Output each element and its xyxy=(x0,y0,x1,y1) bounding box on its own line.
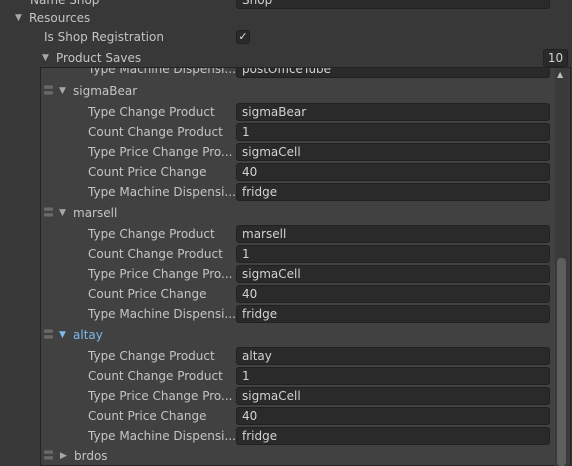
count-change-product-field[interactable]: 1 xyxy=(236,123,550,141)
type-machine-dispenser-field[interactable]: fridge xyxy=(236,183,550,201)
partial-item-field[interactable]: postOfficeTube xyxy=(236,68,550,78)
type-price-change-product-field[interactable]: sigmaCell xyxy=(236,265,550,283)
count-price-change-field[interactable]: 40 xyxy=(236,407,550,425)
count-price-change-field[interactable]: 40 xyxy=(236,163,550,181)
count-price-change-field[interactable]: 40 xyxy=(236,285,550,303)
foldout-expanded-icon[interactable]: ▼ xyxy=(15,8,22,28)
drag-handle-icon[interactable]: 〓 xyxy=(43,325,54,345)
is-shop-registration-row: Is Shop Registration ✓ xyxy=(0,27,572,47)
list-item-field-row: Count Change Product 1 xyxy=(0,244,560,264)
type-change-product-field[interactable]: marsell xyxy=(236,225,550,243)
foldout-expanded-icon[interactable]: ▼ xyxy=(59,81,66,101)
list-item-field-row: Type Change Product sigmaBear xyxy=(0,102,560,122)
list-item-field-row: Type Change Product altay xyxy=(0,346,560,366)
list-item-name: altay xyxy=(73,328,103,342)
field-label: Type Change Product xyxy=(88,105,215,119)
field-label: Type Price Change Pro... xyxy=(88,145,233,159)
list-item-field-row: Type Price Change Pro... sigmaCell xyxy=(0,264,560,284)
foldout-collapsed-icon[interactable]: ▶ xyxy=(60,446,67,466)
list-item-field-row: Count Price Change 40 xyxy=(0,406,560,426)
list-item-field-row: Type Machine Dispensi... fridge xyxy=(0,182,560,202)
field-label: Count Price Change xyxy=(88,165,207,179)
field-label: Type Change Product xyxy=(88,349,215,363)
list-item-header[interactable]: 〓 ▶ brdos xyxy=(0,446,560,466)
field-label: Count Price Change xyxy=(88,287,207,301)
list-item-field-row: Type Machine Dispensi... fridge xyxy=(0,304,560,324)
scroll-up-icon[interactable]: ▲ xyxy=(557,70,563,79)
resources-label: Resources xyxy=(29,11,91,25)
partial-item-row: Type Machine Dispensi... postOfficeTube xyxy=(41,68,553,79)
list-item-field-row: Type Machine Dispensi... fridge xyxy=(0,426,560,446)
field-label: Count Change Product xyxy=(88,247,223,261)
list-item-field-row: Count Change Product 1 xyxy=(0,122,560,142)
field-label: Count Change Product xyxy=(88,125,223,139)
field-label: Type Machine Dispensi... xyxy=(88,429,236,443)
type-change-product-field[interactable]: altay xyxy=(236,347,550,365)
list-item-header[interactable]: 〓 ▼ sigmaBear xyxy=(0,81,560,101)
product-saves-count-field[interactable]: 10 xyxy=(543,49,568,67)
partial-item-clip: Type Machine Dispensi... postOfficeTube xyxy=(41,68,553,81)
product-saves-label: Product Saves xyxy=(56,51,142,65)
list-item-header[interactable]: 〓 ▼ marsell xyxy=(0,203,560,223)
type-change-product-field[interactable]: sigmaBear xyxy=(236,103,550,121)
count-change-product-field[interactable]: 1 xyxy=(236,367,550,385)
is-shop-registration-label: Is Shop Registration xyxy=(44,30,164,44)
type-machine-dispenser-field[interactable]: fridge xyxy=(236,305,550,323)
drag-handle-icon[interactable]: 〓 xyxy=(43,203,54,223)
foldout-expanded-icon[interactable]: ▼ xyxy=(42,48,49,68)
list-item-name: sigmaBear xyxy=(73,84,138,98)
count-change-product-field[interactable]: 1 xyxy=(236,245,550,263)
partial-item-label: Type Machine Dispensi... xyxy=(88,68,236,76)
list-item-field-row: Count Change Product 1 xyxy=(0,366,560,386)
foldout-expanded-icon[interactable]: ▼ xyxy=(59,203,66,223)
field-label: Type Change Product xyxy=(88,227,215,241)
list-item-field-row: Count Price Change 40 xyxy=(0,284,560,304)
drag-handle-icon[interactable]: 〓 xyxy=(43,446,54,466)
field-label: Type Price Change Pro... xyxy=(88,389,233,403)
list-item-header-selected[interactable]: 〓 ▼ altay xyxy=(0,325,560,345)
field-label: Count Change Product xyxy=(88,369,223,383)
is-shop-registration-checkbox[interactable]: ✓ xyxy=(236,30,250,44)
type-price-change-product-field[interactable]: sigmaCell xyxy=(236,387,550,405)
list-item-field-row: Type Price Change Pro... sigmaCell xyxy=(0,386,560,406)
field-label: Type Machine Dispensi... xyxy=(88,185,236,199)
resources-foldout[interactable]: ▼ Resources xyxy=(0,8,572,28)
list-item-field-row: Type Change Product marsell xyxy=(0,224,560,244)
drag-handle-icon[interactable]: 〓 xyxy=(43,81,54,101)
list-item-name: marsell xyxy=(73,206,118,220)
list-item-name: brdos xyxy=(74,449,108,463)
type-price-change-product-field[interactable]: sigmaCell xyxy=(236,143,550,161)
list-item-field-row: Count Price Change 40 xyxy=(0,162,560,182)
product-saves-foldout[interactable]: ▼ Product Saves 10 xyxy=(0,48,572,68)
list-item-field-row: Type Price Change Pro... sigmaCell xyxy=(0,142,560,162)
field-label: Type Machine Dispensi... xyxy=(88,307,236,321)
type-machine-dispenser-field[interactable]: fridge xyxy=(236,427,550,445)
field-label: Type Price Change Pro... xyxy=(88,267,233,281)
foldout-expanded-icon[interactable]: ▼ xyxy=(59,325,66,345)
field-label: Count Price Change xyxy=(88,409,207,423)
